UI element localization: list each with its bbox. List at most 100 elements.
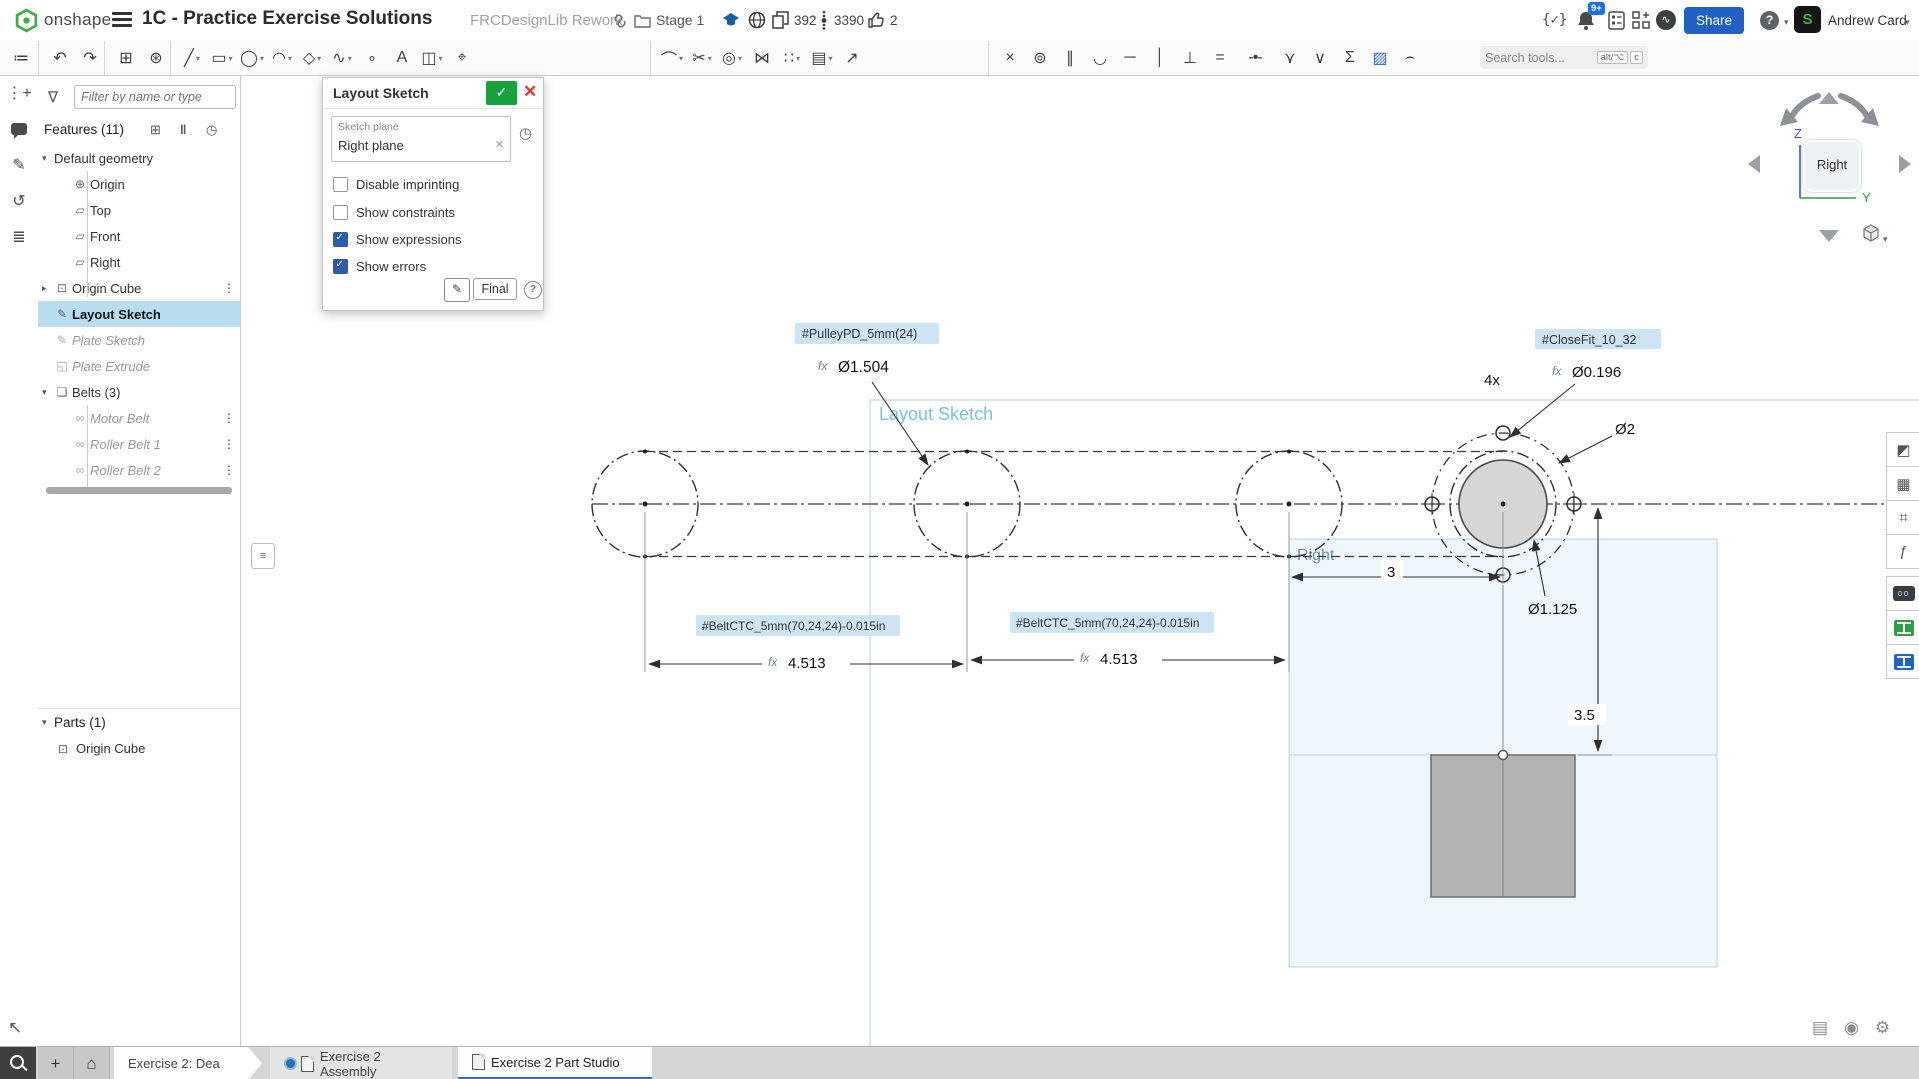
right-panel-tab[interactable]: ▦ (1886, 466, 1919, 501)
toolbar-icon[interactable]: ⊞ (111, 48, 141, 68)
toolbar-icon[interactable]: ◇▾ (297, 48, 327, 68)
right-panel-tab[interactable]: ◩ (1886, 432, 1919, 467)
bolt-circle-annotation[interactable]: Ø2 (1559, 421, 1635, 463)
sketch-origin-point[interactable] (1499, 751, 1508, 760)
belt-dimension-1[interactable]: #BeltCTC_5mm(70,24,24)-0.015in fx 4.513 (649, 615, 963, 672)
help-caret-icon[interactable]: ▾ (1784, 17, 1789, 28)
filter-input[interactable] (74, 85, 236, 109)
chevron-down-icon[interactable]: ▾ (42, 717, 54, 728)
dialog-help-icon[interactable]: ? (524, 281, 542, 299)
share-button[interactable]: Share (1684, 7, 1744, 34)
final-button[interactable]: Final (473, 278, 517, 300)
link-icon[interactable] (612, 13, 628, 29)
search-tabs-button[interactable] (0, 1047, 36, 1079)
toolbar-constraint-icon[interactable]: Σ (1335, 49, 1365, 67)
toolbar-icon[interactable]: ∿▾ (327, 48, 357, 68)
filter-icon[interactable]: ∇ (48, 88, 58, 106)
public-globe-icon[interactable] (748, 11, 766, 29)
chevron-icon[interactable]: ▾ (42, 387, 54, 398)
strip-icon[interactable]: ✎ (0, 147, 38, 183)
onshape-logo-text[interactable]: onshape (44, 10, 111, 30)
new-folder-icon[interactable]: ⊞ (150, 122, 161, 138)
corner-icon[interactable]: ⚙ (1875, 1018, 1890, 1038)
avatar[interactable]: S (1794, 6, 1821, 33)
toolbar-constraint-icon[interactable]: -•- (1235, 49, 1275, 67)
user-caret-icon[interactable]: ▾ (1905, 17, 1910, 28)
learning-cap-icon[interactable] (722, 11, 740, 29)
toolbar-icon[interactable]: ✂▾ (687, 48, 717, 68)
copies-icon[interactable] (772, 11, 789, 29)
breadcrumb[interactable]: Stage 1 (656, 12, 704, 28)
feature-tree-row[interactable]: ▱ Front (38, 223, 240, 249)
tab-exercise-2-assembly[interactable]: Exercise 2 Assembly (270, 1047, 452, 1079)
part-list-item[interactable]: ⊡ Origin Cube (58, 741, 145, 756)
feature-tree-row[interactable]: ∞ Motor Belt ⋮ (38, 405, 240, 431)
toolbar-icon[interactable]: ↶ (45, 48, 75, 68)
strip-icon[interactable]: ⋮+ (0, 75, 38, 111)
dialog-checkbox[interactable]: Show constraints (333, 205, 455, 220)
feature-tree-row[interactable]: ✎ Plate Sketch (38, 327, 240, 353)
checkbox[interactable] (333, 177, 348, 192)
dialog-checkbox[interactable]: Disable imprinting (333, 177, 459, 192)
app-store-icon[interactable] (1632, 11, 1651, 30)
right-panel-tab[interactable]: ƒ (1886, 534, 1919, 569)
toolbar-icon[interactable]: ◠▾ (267, 48, 297, 68)
tree-scrollbar[interactable] (46, 487, 232, 494)
right-panel-tab[interactable]: oo (1886, 576, 1919, 611)
toolbar-icon[interactable]: ⌖ (447, 49, 477, 67)
toolbar-constraint-icon[interactable]: ▨ (1365, 48, 1395, 68)
toolbar-constraint-icon[interactable]: ∨ (1305, 48, 1335, 68)
toolbar-icon[interactable]: ◯▾ (237, 48, 267, 68)
panel-resize-handle[interactable]: ≡ (251, 543, 275, 569)
parts-header[interactable]: ▾ Parts (1) (42, 715, 106, 730)
sketch-plane-field[interactable]: Sketch plane Right plane ✕ (331, 116, 511, 162)
toolbar-constraint-icon[interactable]: ⋎ (1275, 48, 1305, 68)
toolbar-icon[interactable]: ▭▾ (207, 48, 237, 68)
clear-selection-icon[interactable]: ✕ (495, 138, 504, 151)
toolbar-constraint-icon[interactable]: ∥ (1055, 48, 1085, 68)
toolbar-icon[interactable]: ▤▾ (807, 48, 837, 68)
document-title[interactable]: 1C - Practice Exercise Solutions (142, 8, 432, 30)
feature-tree-row[interactable]: ▸ ⊡ Origin Cube ⋮ (38, 275, 240, 301)
toolbar-icon[interactable]: ◫▾ (417, 48, 447, 68)
home-tab-button[interactable]: ⌂ (74, 1047, 110, 1079)
toolbar-icon[interactable]: ⋈ (747, 48, 777, 68)
chevron-icon[interactable]: ▸ (42, 283, 54, 294)
checkbox[interactable] (333, 259, 348, 274)
corner-icon[interactable]: ▤ (1812, 1018, 1828, 1038)
right-panel-tab[interactable]: ⌗ (1886, 500, 1919, 535)
toolbar-icon[interactable]: ≔ (6, 48, 36, 68)
feature-tree-row[interactable]: ▾ Default geometry (38, 145, 240, 171)
feature-tree-row[interactable]: ▾ ❏ Belts (3) (38, 379, 240, 405)
checkbox[interactable] (333, 205, 348, 220)
toolbar-constraint-icon[interactable]: ─ (1115, 49, 1145, 67)
feature-tree-row[interactable]: ◱ Plate Extrude (38, 353, 240, 379)
toolbar-icon[interactable]: ╱▾ (177, 48, 207, 68)
right-panel-tab[interactable] (1886, 610, 1919, 645)
pulley-diameter-annotation[interactable]: #PulleyPD_5mm(24) fx Ø1.504 (795, 323, 939, 465)
feature-tree-row[interactable]: ✎ Layout Sketch (38, 301, 240, 327)
toolbar-icon[interactable]: ◎▾ (717, 48, 747, 68)
toolbar-icon[interactable]: A (387, 49, 417, 67)
accept-button[interactable]: ✓ (486, 81, 517, 105)
toolbar-icon[interactable]: ⊛ (141, 48, 171, 68)
toolbar-icon[interactable]: ↷ (75, 48, 105, 68)
toolbar-icon[interactable]: ⌒▾ (657, 46, 687, 70)
cancel-icon[interactable]: ✕ (523, 82, 537, 102)
tab-exercise-2-dea[interactable]: Exercise 2: Dea (114, 1047, 262, 1079)
strip-icon[interactable]: ↺ (0, 183, 38, 219)
hamburger-menu-icon[interactable] (112, 12, 132, 28)
dialog-checkbox[interactable]: Show expressions (333, 232, 462, 247)
feature-tree-row[interactable]: ⊕ Origin (38, 171, 240, 197)
toolbar-constraint-icon[interactable]: │ (1145, 49, 1175, 67)
featurescript-icon[interactable]: {✓} (1542, 12, 1567, 28)
view-cube-face[interactable]: Right (1803, 140, 1861, 192)
add-tab-button[interactable]: + (38, 1047, 74, 1079)
kebab-menu-icon[interactable]: ⋮ (223, 411, 234, 425)
tasks-icon[interactable] (1608, 11, 1625, 30)
rollback-clock-icon[interactable]: ◷ (206, 122, 217, 138)
toolbar-icon[interactable]: ∘ (357, 48, 387, 68)
feature-tree-row[interactable]: ▱ Top (38, 197, 240, 223)
search-tools-input[interactable]: Search tools... alt/⌥ c (1480, 46, 1648, 69)
kebab-menu-icon[interactable]: ⋮ (223, 281, 234, 295)
